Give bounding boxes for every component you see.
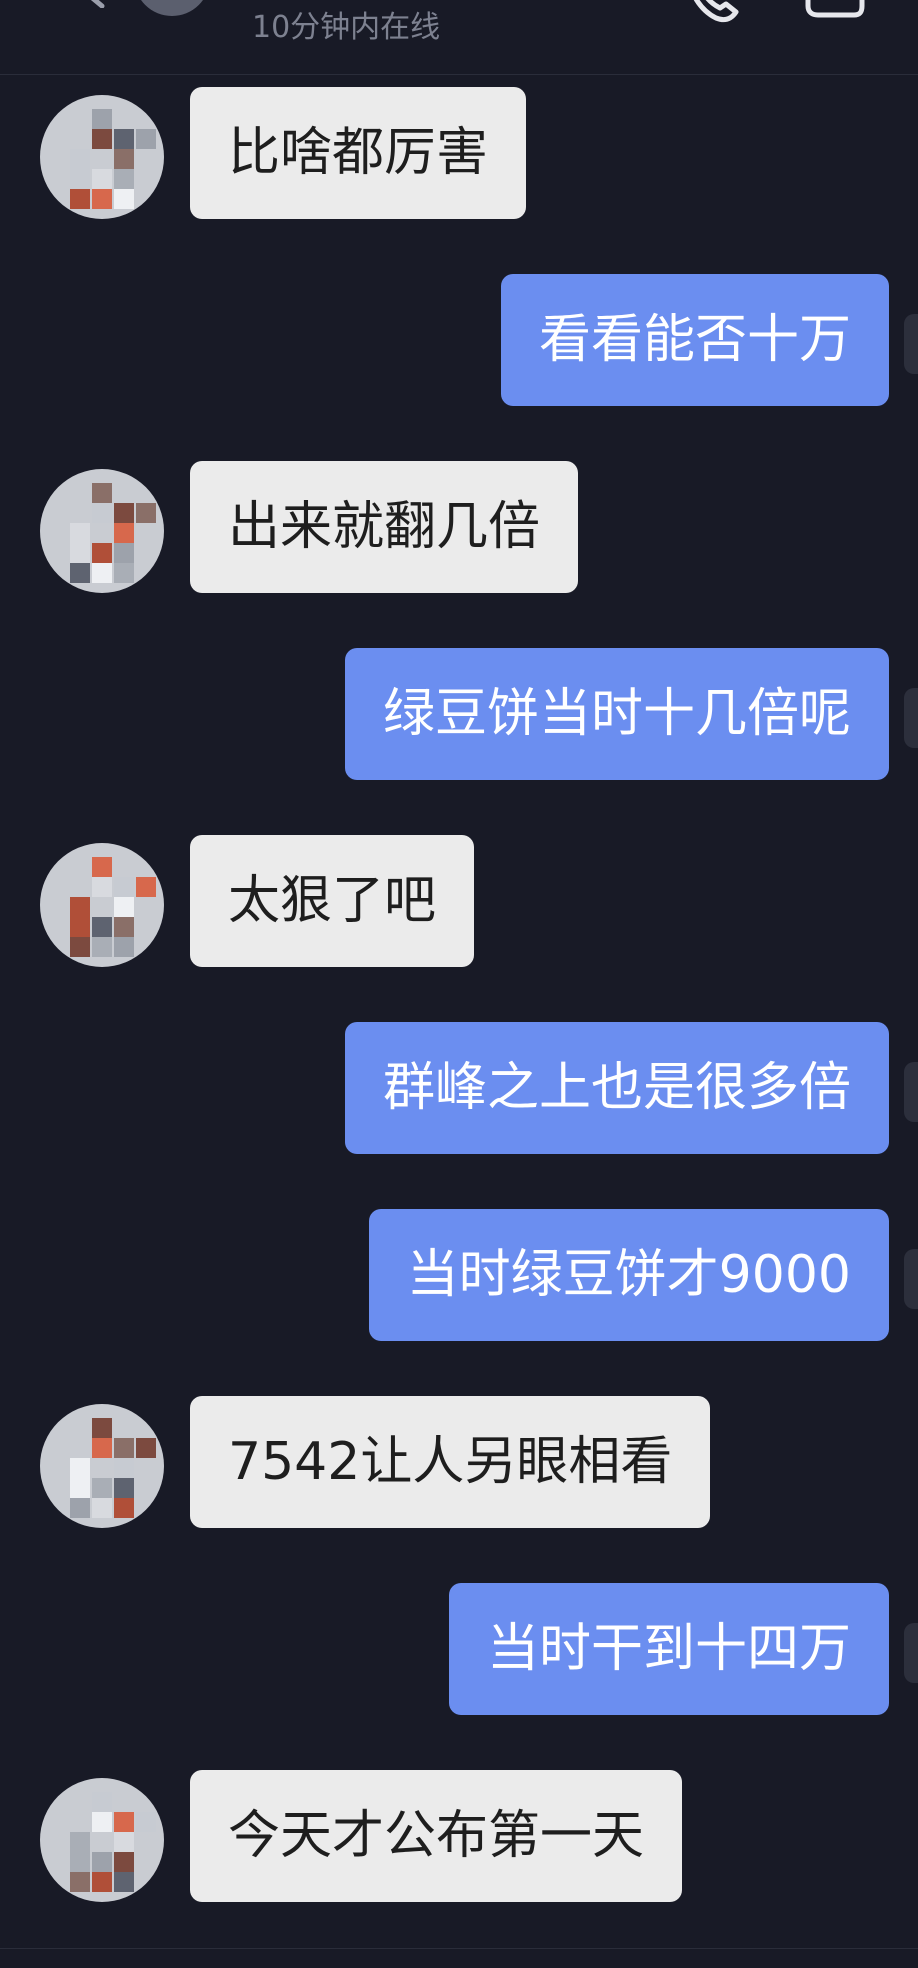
- outgoing-message-bubble[interactable]: 绿豆饼当时十几倍呢: [344, 648, 889, 780]
- message-row: 当时绿豆饼才9000: [0, 1209, 918, 1341]
- sender-avatar[interactable]: [40, 843, 164, 967]
- video-camera-icon[interactable]: [804, 0, 878, 18]
- chevron-left-icon[interactable]: [76, 0, 110, 8]
- sender-avatar[interactable]: [40, 469, 164, 593]
- message-row: 太狠了吧: [0, 835, 918, 967]
- sender-avatar[interactable]: [40, 1778, 164, 1902]
- contact-avatar[interactable]: [134, 0, 210, 16]
- outgoing-message-bubble[interactable]: 当时干到十四万: [448, 1583, 889, 1715]
- self-avatar-edge: [904, 314, 918, 374]
- message-row: 7542让人另眼相看: [0, 1396, 918, 1528]
- incoming-message-bubble[interactable]: 7542让人另眼相看: [190, 1396, 711, 1528]
- message-row: 今天才公布第一天: [0, 1770, 918, 1902]
- chat-header: 10分钟内在线: [0, 0, 918, 75]
- message-row: 绿豆饼当时十几倍呢: [0, 648, 918, 780]
- phone-icon[interactable]: [686, 0, 744, 24]
- incoming-message-bubble[interactable]: 今天才公布第一天: [190, 1770, 683, 1902]
- sender-avatar[interactable]: [40, 95, 164, 219]
- message-row: 出来就翻几倍: [0, 461, 918, 593]
- outgoing-message-bubble[interactable]: 看看能否十万: [500, 274, 889, 406]
- incoming-message-bubble[interactable]: 出来就翻几倍: [190, 461, 579, 593]
- online-status: 10分钟内在线: [252, 10, 441, 45]
- self-avatar-edge: [904, 1249, 918, 1309]
- self-avatar-edge: [904, 1062, 918, 1122]
- message-row: 比啥都厉害: [0, 87, 918, 219]
- message-row: 当时干到十四万: [0, 1583, 918, 1715]
- message-row: 群峰之上也是很多倍: [0, 1022, 918, 1154]
- outgoing-message-bubble[interactable]: 群峰之上也是很多倍: [344, 1022, 889, 1154]
- incoming-message-bubble[interactable]: 太狠了吧: [190, 835, 475, 967]
- incoming-message-bubble[interactable]: 比啥都厉害: [190, 87, 527, 219]
- self-avatar-edge: [904, 688, 918, 748]
- sender-avatar[interactable]: [40, 1404, 164, 1528]
- outgoing-message-bubble[interactable]: 当时绿豆饼才9000: [368, 1209, 889, 1341]
- chat-screen: 10分钟内在线 比啥都厉害看看能否十万出来就翻几倍绿豆饼当时十几倍呢太狠了吧群峰…: [0, 0, 918, 1968]
- self-avatar-edge: [904, 1623, 918, 1683]
- message-row: 看看能否十万: [0, 274, 918, 406]
- divider: [0, 1948, 918, 1949]
